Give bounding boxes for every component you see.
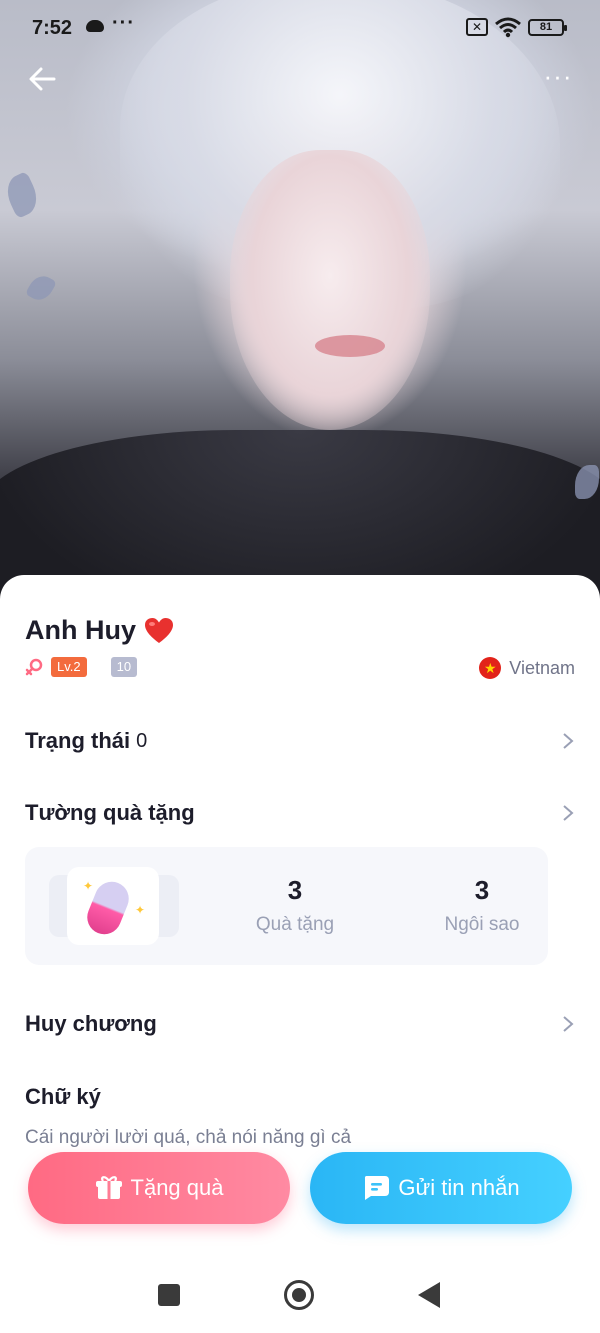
medals-title: Huy chương: [25, 1011, 157, 1036]
system-back-icon[interactable]: [418, 1282, 440, 1308]
send-gift-label: Tặng quà: [130, 1175, 224, 1200]
level-badge: Lv.2: [51, 657, 87, 677]
name-row: Anh Huy: [25, 615, 174, 646]
cover-lips: [315, 335, 385, 357]
battery-icon: 81: [528, 19, 567, 36]
status-title: Trạng thái: [25, 728, 131, 753]
cover-face: [230, 150, 430, 430]
gift-wall-section[interactable]: Tường quà tặng: [25, 795, 575, 831]
more-options-icon[interactable]: ···: [538, 63, 578, 94]
chevron-right-icon: [563, 1016, 574, 1032]
gift-summary-panel[interactable]: ✦ ✦ 3 Quà tặng 3 Ngôi sao: [25, 847, 548, 965]
gift-icon: [95, 1176, 122, 1199]
gift-item-thumbnail: ✦ ✦: [67, 867, 159, 945]
profile-name: Anh Huy: [25, 615, 136, 645]
send-message-label: Gửi tin nhắn: [398, 1175, 520, 1200]
sparkle-icon: ✦: [135, 903, 146, 917]
status-count: 0: [136, 729, 148, 752]
star-count-label: Ngôi sao: [444, 914, 520, 935]
heart-icon: [145, 617, 173, 643]
back-arrow-icon[interactable]: [26, 62, 60, 96]
signature-section: Chữ ký: [25, 1079, 575, 1115]
profile-cover-image: [0, 0, 600, 600]
home-icon[interactable]: [284, 1280, 314, 1310]
vietnam-flag-icon: [479, 657, 502, 679]
system-navigation-bar: [0, 1260, 600, 1333]
gift-count-stat: 3 Quà tặng: [225, 875, 365, 936]
country-info: Vietnam: [479, 657, 575, 679]
butterfly-decoration: [24, 271, 58, 305]
star-count-value: 3: [474, 875, 490, 905]
signature-title: Chữ ký: [25, 1084, 101, 1109]
wifi-icon: [495, 17, 521, 38]
gift-count-value: 3: [287, 875, 303, 905]
signature-text: Cái người lười quá, chả nói năng gì cả: [25, 1127, 352, 1148]
star-count-stat: 3 Ngôi sao: [412, 875, 552, 936]
chevron-right-icon: [563, 733, 574, 749]
send-message-button[interactable]: Gửi tin nhắn: [310, 1152, 572, 1224]
gift-count-label: Quà tặng: [255, 914, 335, 935]
female-icon: [25, 658, 43, 676]
recent-apps-icon[interactable]: [158, 1284, 180, 1306]
no-sim-icon: ✕: [466, 18, 488, 36]
status-bar: 7:52 ··· ✕ 81: [0, 0, 600, 56]
chat-bubble-icon: [365, 1176, 390, 1200]
notification-dots-icon: ···: [112, 12, 135, 34]
badge-row: Lv.2 10: [25, 657, 138, 677]
cloud-icon: [86, 20, 104, 32]
medals-section[interactable]: Huy chương: [25, 1006, 575, 1042]
status-time: 7:52: [32, 17, 73, 39]
gift-wall-title: Tường quà tặng: [25, 800, 195, 825]
status-section[interactable]: Trạng thái 0: [25, 723, 575, 759]
butterfly-decoration: [0, 170, 44, 220]
number-badge: 10: [110, 657, 138, 677]
send-gift-button[interactable]: Tặng quà: [28, 1152, 290, 1224]
sparkle-icon: ✦: [83, 879, 94, 893]
chevron-right-icon: [563, 805, 574, 821]
country-name: Vietnam: [509, 657, 575, 678]
